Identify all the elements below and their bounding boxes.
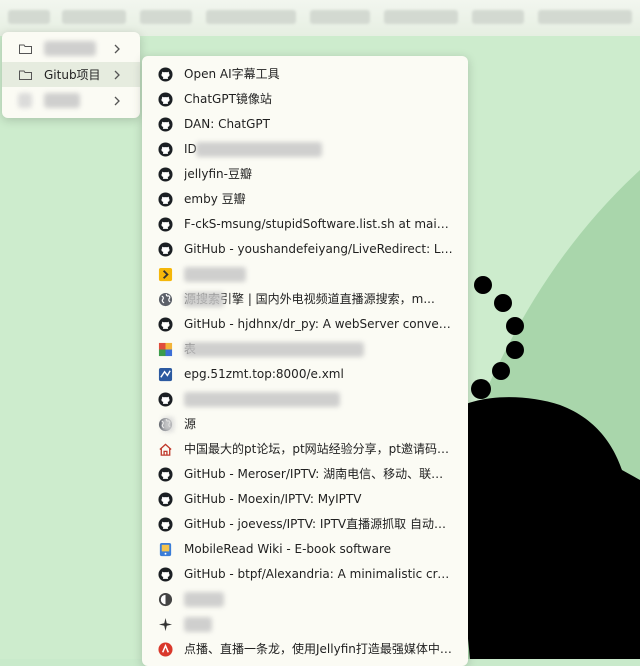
bookmark-item[interactable]	[142, 587, 468, 612]
github-icon	[158, 242, 173, 257]
red-circle-favicon	[158, 642, 173, 657]
bookmark-bar	[0, 0, 640, 36]
github-icon	[158, 92, 173, 107]
bookmark-label: GitHub - youshandefeiyang/LiveRedirect: …	[184, 242, 454, 256]
chevron-right-icon	[114, 96, 120, 105]
bookmark-label: 源搜索引擎 | 国内外电视频道直播源搜索，m...	[184, 292, 435, 306]
bookmark-bar-item[interactable]	[206, 10, 296, 24]
bookmark-label: Open AI字幕工具	[184, 67, 280, 81]
github-icon	[158, 467, 173, 482]
github-icon	[158, 142, 173, 157]
redacted-icon	[162, 417, 174, 432]
arrow-favicon	[158, 267, 173, 282]
bookmark-label: jellyfin-豆瓣	[184, 167, 252, 181]
bookmark-item[interactable]: emby 豆瓣	[142, 187, 468, 212]
bookmark-bar-item[interactable]	[62, 10, 126, 24]
folder-menu: Gitub项目	[2, 32, 140, 118]
bookmark-item[interactable]: GitHub - youshandefeiyang/LiveRedirect: …	[142, 237, 468, 262]
bookmark-item[interactable]: ChatGPT镜像站	[142, 87, 468, 112]
redacted-text	[44, 41, 96, 56]
bookmark-item[interactable]: 点播、直播一条龙，使用Jellyfin打造最强媒体中心（...	[142, 637, 468, 662]
redacted-icon	[18, 93, 32, 108]
redacted-text	[44, 93, 80, 108]
folder-label: Gitub项目	[44, 68, 101, 82]
redacted-text	[184, 617, 212, 632]
github-icon	[158, 192, 173, 207]
github-icon	[158, 517, 173, 532]
bookmark-submenu: Open AI字幕工具 ChatGPT镜像站 DAN: ChatGPT ID jelly…	[142, 56, 468, 666]
bookmark-label: emby 豆瓣	[184, 192, 246, 206]
redacted-text	[184, 267, 246, 282]
folder-icon	[19, 44, 32, 54]
bookmark-item[interactable]: GitHub - Moexin/IPTV: MyIPTV	[142, 487, 468, 512]
bookmark-item[interactable]	[142, 262, 468, 287]
bookmark-label: GitHub - Meroser/IPTV: 湖南电信、移动、联通组播...	[184, 467, 454, 481]
github-icon	[158, 117, 173, 132]
bookmark-item[interactable]	[142, 387, 468, 412]
folder-item[interactable]	[2, 36, 140, 61]
bookmark-label: 中国最大的pt论坛，pt网站经验分享，pt邀请码赠送，...	[184, 442, 454, 456]
bookmark-label: GitHub - hjdhnx/dr_py: A webServer conve…	[184, 317, 454, 331]
redacted-text	[184, 342, 364, 357]
github-icon	[158, 217, 173, 232]
bookmark-item[interactable]	[142, 612, 468, 637]
bookmark-bar-item[interactable]	[538, 10, 632, 24]
bookmark-item[interactable]: 表	[142, 337, 468, 362]
bookmark-label: 点播、直播一条龙，使用Jellyfin打造最强媒体中心（...	[184, 642, 454, 656]
folder-item-gitub[interactable]: Gitub项目	[2, 62, 140, 87]
redacted-text	[196, 142, 322, 157]
bookmark-label: GitHub - btpf/Alexandria: A minimalistic…	[184, 567, 454, 581]
redacted-text	[184, 292, 224, 307]
bookmark-item[interactable]: ID	[142, 137, 468, 162]
bookmark-label: 源	[184, 417, 197, 431]
chevron-right-icon	[114, 44, 120, 53]
bookmark-bar-item[interactable]	[8, 10, 50, 24]
chevron-right-icon	[114, 70, 120, 79]
bookmark-label: GitHub - Moexin/IPTV: MyIPTV	[184, 492, 362, 506]
bookmark-label: DAN: ChatGPT	[184, 117, 270, 131]
bookmark-item[interactable]: MobileRead Wiki - E-book software	[142, 537, 468, 562]
bookmark-item[interactable]: GitHub - joevess/IPTV: IPTV直播源抓取 自动整合好..…	[142, 512, 468, 537]
sparkle-icon	[158, 617, 173, 632]
redacted-text	[184, 392, 340, 407]
bookmark-item[interactable]: 中国最大的pt论坛，pt网站经验分享，pt邀请码赠送，...	[142, 437, 468, 462]
bookmark-bar-item[interactable]	[140, 10, 192, 24]
colorful-favicon	[158, 342, 173, 357]
github-icon	[158, 492, 173, 507]
half-circle-favicon	[158, 592, 173, 607]
github-icon	[158, 567, 173, 582]
folder-icon	[19, 70, 32, 80]
bookmark-item[interactable]: DAN: ChatGPT	[142, 112, 468, 137]
bookmark-item[interactable]: epg.51zmt.top:8000/e.xml	[142, 362, 468, 387]
bookmark-label: GitHub - joevess/IPTV: IPTV直播源抓取 自动整合好..…	[184, 517, 454, 531]
bookmark-bar-item[interactable]	[310, 10, 370, 24]
bookmark-label: epg.51zmt.top:8000/e.xml	[184, 367, 344, 381]
github-icon	[158, 317, 173, 332]
bookmark-item[interactable]: GitHub - hjdhnx/dr_py: A webServer conve…	[142, 312, 468, 337]
house-icon	[158, 442, 173, 457]
bookmark-item[interactable]: F-ckS-msung/stupidSoftware.list.sh at ma…	[142, 212, 468, 237]
bookmark-item[interactable]: 源搜索引擎 | 国内外电视频道直播源搜索，m...	[142, 287, 468, 312]
bookmark-label: ChatGPT镜像站	[184, 92, 272, 106]
github-icon	[158, 67, 173, 82]
bookmark-bar-item[interactable]	[384, 10, 458, 24]
bookmark-bar-item[interactable]	[472, 10, 524, 24]
github-icon	[158, 167, 173, 182]
folder-item[interactable]	[2, 88, 140, 113]
epg-favicon	[158, 367, 173, 382]
mobileread-favicon	[158, 542, 173, 557]
bookmark-item[interactable]: 源	[142, 412, 468, 437]
bookmark-label: MobileRead Wiki - E-book software	[184, 542, 392, 556]
redacted-text	[184, 592, 224, 607]
github-icon	[158, 392, 173, 407]
bookmark-item[interactable]: GitHub - Meroser/IPTV: 湖南电信、移动、联通组播...	[142, 462, 468, 487]
bookmark-label: F-ckS-msung/stupidSoftware.list.sh at ma…	[184, 217, 454, 231]
bookmark-item[interactable]: GitHub - btpf/Alexandria: A minimalistic…	[142, 562, 468, 587]
bookmark-item[interactable]: jellyfin-豆瓣	[142, 162, 468, 187]
bookmark-item[interactable]: Open AI字幕工具	[142, 62, 468, 87]
globe-icon	[158, 292, 173, 307]
